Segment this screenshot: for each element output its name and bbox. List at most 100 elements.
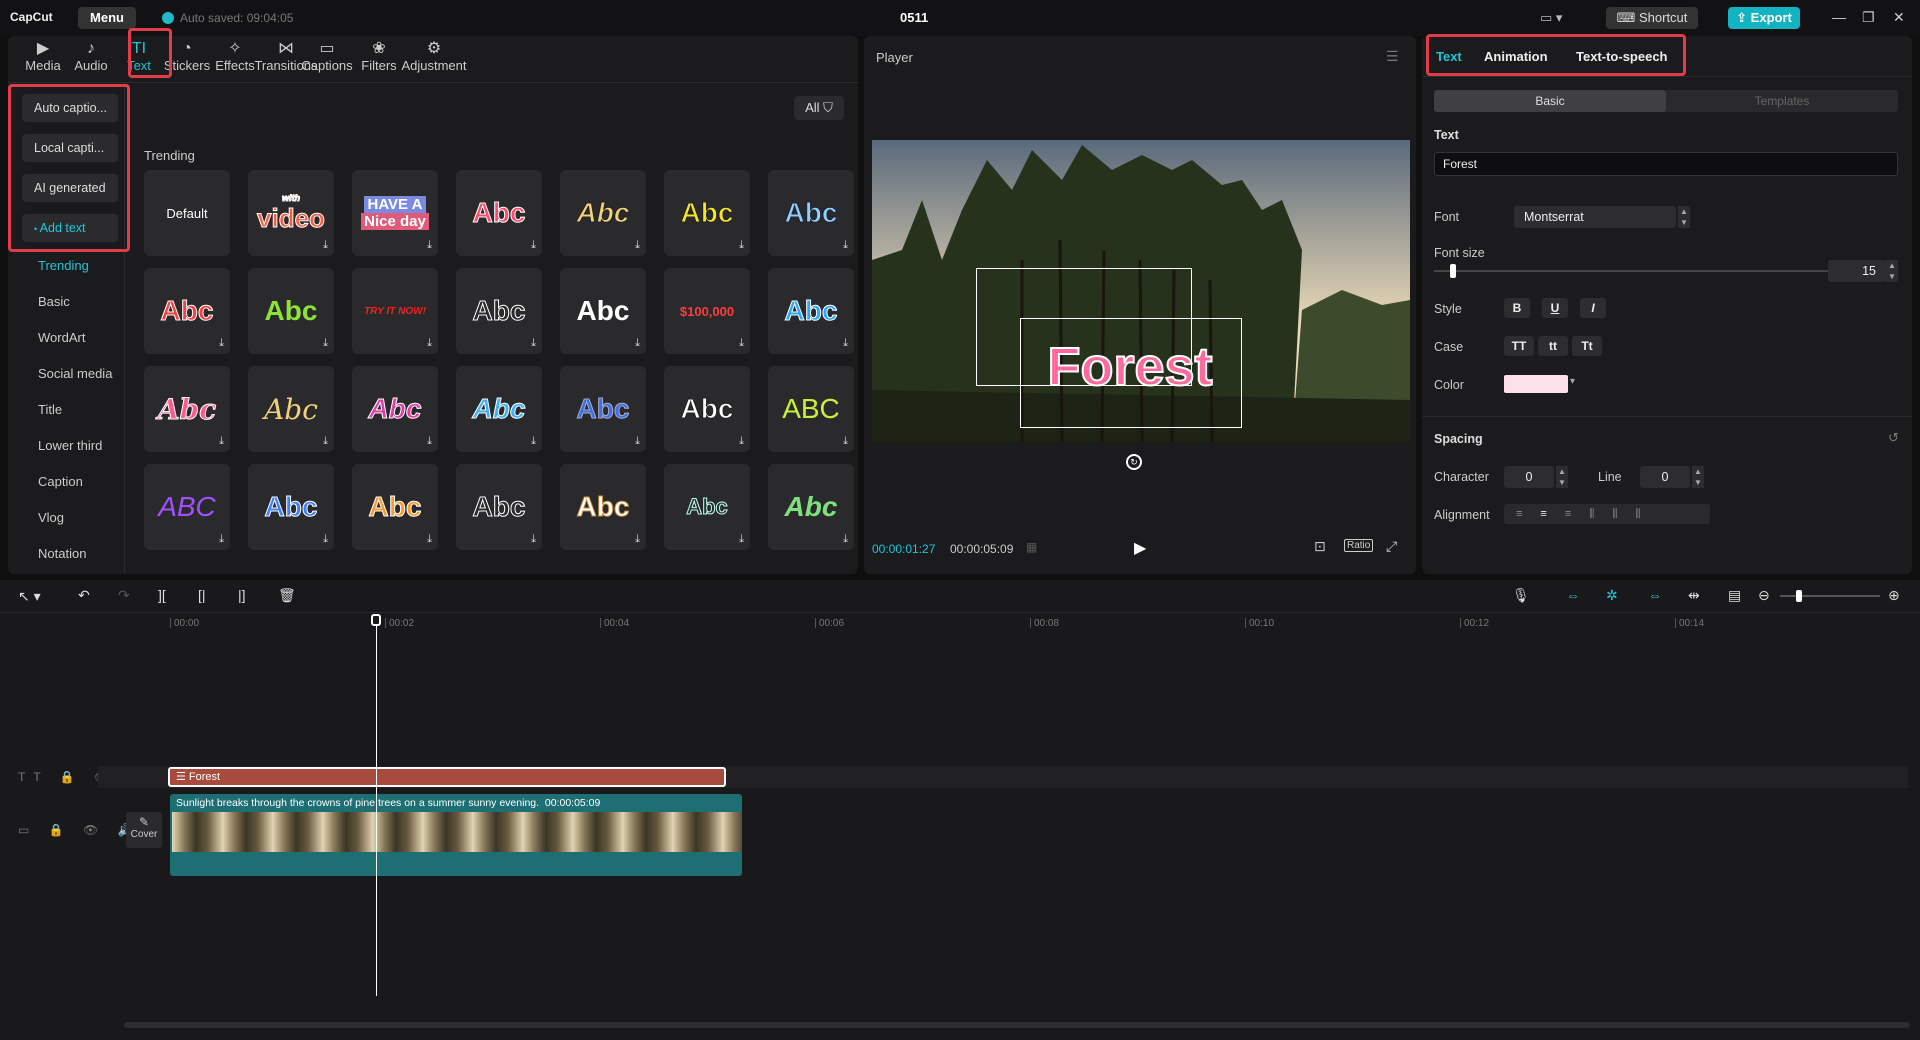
text-clip[interactable]: ☰ Forest xyxy=(168,767,726,787)
text-template-tile[interactable]: TRY IT NOW!⤓ xyxy=(352,268,438,354)
download-icon[interactable]: ⤓ xyxy=(739,533,744,546)
playhead-handle[interactable] xyxy=(371,614,381,626)
magnet-icon[interactable]: ⇔ xyxy=(1566,587,1580,603)
download-icon[interactable]: ⤓ xyxy=(427,435,432,448)
timecode-grid-icon[interactable]: ▦ xyxy=(1026,540,1037,554)
zoom-slider-thumb[interactable] xyxy=(1796,590,1802,602)
font-stepper-icon[interactable]: ▲▼ xyxy=(1678,206,1690,228)
subtab-templates[interactable]: Templates xyxy=(1666,90,1898,112)
playhead[interactable] xyxy=(376,616,377,996)
cover-button[interactable]: ✎Cover xyxy=(126,812,162,848)
select-tool-icon[interactable]: ↖ ▾ xyxy=(18,588,41,605)
tool-tab-captions[interactable]: ▭Captions xyxy=(298,38,356,80)
text-template-tile[interactable]: Abc⤓ xyxy=(248,366,334,452)
video-preview[interactable]: Forest xyxy=(872,140,1410,442)
download-icon[interactable]: ⤓ xyxy=(531,533,536,546)
minimize-icon[interactable]: — xyxy=(1832,9,1846,25)
redo-icon[interactable]: ↷ xyxy=(118,587,130,604)
download-icon[interactable]: ⤓ xyxy=(323,435,328,448)
style-underline-button[interactable]: U xyxy=(1542,298,1568,318)
overlay-text[interactable]: Forest xyxy=(1020,336,1240,398)
text-template-tile[interactable]: Abc⤓ xyxy=(456,464,542,550)
category-vlog[interactable]: Vlog xyxy=(38,510,64,525)
download-icon[interactable]: ⤓ xyxy=(635,435,640,448)
text-template-tile[interactable]: Abc⤓ xyxy=(768,464,854,550)
filter-button[interactable]: All ⛉ xyxy=(794,96,844,120)
text-template-tile[interactable]: withvideo⤓ xyxy=(248,170,334,256)
download-icon[interactable]: ⤓ xyxy=(635,533,640,546)
ratio-button[interactable]: Ratio xyxy=(1344,539,1373,552)
category-notation[interactable]: Notation xyxy=(38,546,86,561)
download-icon[interactable]: ⤓ xyxy=(843,533,848,546)
line-stepper-icon[interactable]: ▲▼ xyxy=(1692,466,1704,488)
download-icon[interactable]: ⤓ xyxy=(739,435,744,448)
character-stepper-icon[interactable]: ▲▼ xyxy=(1556,466,1568,488)
color-swatch[interactable] xyxy=(1504,375,1568,393)
download-icon[interactable]: ⤓ xyxy=(843,435,848,448)
download-icon[interactable]: ⤓ xyxy=(323,239,328,252)
text-template-tile[interactable]: Abc⤓ xyxy=(248,464,334,550)
text-input[interactable]: Forest xyxy=(1434,152,1898,176)
microphone-icon[interactable]: 🎙 xyxy=(1512,587,1530,604)
restore-icon[interactable]: ❐ xyxy=(1862,9,1875,26)
download-icon[interactable]: ⤓ xyxy=(427,239,432,252)
download-icon[interactable]: ⤓ xyxy=(427,533,432,546)
text-template-tile[interactable]: Abc⤓ xyxy=(144,366,230,452)
download-icon[interactable]: ⤓ xyxy=(427,337,432,350)
zoom-slider[interactable] xyxy=(1780,595,1880,597)
undo-icon[interactable]: ↶ xyxy=(78,587,90,604)
text-template-tile[interactable]: Abc⤓ xyxy=(560,170,646,256)
download-icon[interactable]: ⤓ xyxy=(635,239,640,252)
text-template-tile[interactable]: Abc⤓ xyxy=(768,268,854,354)
text-template-tile[interactable]: Abc⤓ xyxy=(456,268,542,354)
text-template-tile[interactable]: Default xyxy=(144,170,230,256)
download-icon[interactable]: ⤓ xyxy=(323,337,328,350)
text-template-tile[interactable]: Abc⤓ xyxy=(560,366,646,452)
text-template-tile[interactable]: Abc⤓ xyxy=(144,268,230,354)
player-menu-icon[interactable]: ☰ xyxy=(1386,48,1399,65)
link-icon[interactable]: ✲ xyxy=(1606,587,1618,604)
trim-right-icon[interactable]: |] xyxy=(238,587,246,603)
text-template-tile[interactable]: Abc⤓ xyxy=(768,170,854,256)
menu-button[interactable]: Menu xyxy=(78,7,136,29)
download-icon[interactable]: ⤓ xyxy=(219,533,224,546)
timeline-scrollbar[interactable] xyxy=(124,1022,1910,1028)
style-italic-button[interactable]: I xyxy=(1580,298,1606,318)
text-template-tile[interactable]: ABC⤓ xyxy=(144,464,230,550)
split-icon[interactable]: ][ xyxy=(158,587,166,603)
reset-icon[interactable]: ↺ xyxy=(1888,430,1899,446)
category-lower-third[interactable]: Lower third xyxy=(38,438,102,453)
download-icon[interactable]: ⤓ xyxy=(739,337,744,350)
fontsize-stepper-icon[interactable]: ▲▼ xyxy=(1886,260,1898,282)
text-template-tile[interactable]: HAVE ANice day⤓ xyxy=(352,170,438,256)
trim-left-icon[interactable]: [| xyxy=(198,587,206,603)
shortcut-button[interactable]: ⌨ Shortcut xyxy=(1606,7,1698,29)
category-social-media[interactable]: Social media xyxy=(38,366,112,381)
line-input[interactable]: 0 xyxy=(1640,466,1690,488)
fullscreen-crop-icon[interactable]: ⊡ xyxy=(1314,538,1326,555)
text-template-tile[interactable]: Abc⤓ xyxy=(664,170,750,256)
text-template-tile[interactable]: Abc⤓ xyxy=(352,464,438,550)
character-input[interactable]: 0 xyxy=(1504,466,1554,488)
text-template-tile[interactable]: Abc⤓ xyxy=(560,268,646,354)
align-icon[interactable]: ⇹ xyxy=(1688,587,1700,604)
export-button[interactable]: ⇪ Export xyxy=(1728,7,1800,29)
alignment-buttons[interactable]: ≡≡≡⫼⫼⫼ xyxy=(1504,504,1710,524)
text-template-tile[interactable]: Abc⤓ xyxy=(560,464,646,550)
font-select[interactable]: Montserrat xyxy=(1514,206,1676,228)
fontsize-slider-thumb[interactable] xyxy=(1450,264,1456,278)
text-template-tile[interactable]: Abc⤓ xyxy=(664,366,750,452)
zoom-in-icon[interactable]: ⊕ xyxy=(1888,587,1900,604)
case-upper-button[interactable]: TT xyxy=(1504,336,1534,356)
style-bold-button[interactable]: B xyxy=(1504,298,1530,318)
download-icon[interactable]: ⤓ xyxy=(635,337,640,350)
category-wordart[interactable]: WordArt xyxy=(38,330,85,345)
download-icon[interactable]: ⤓ xyxy=(531,239,536,252)
download-icon[interactable]: ⤓ xyxy=(219,337,224,350)
color-dropdown-icon[interactable]: ▾ xyxy=(1570,376,1575,387)
zoom-out-icon[interactable]: ⊖ xyxy=(1758,587,1770,604)
text-template-tile[interactable]: Abc⤓ xyxy=(248,268,334,354)
preview-axis-icon[interactable]: ⇔ xyxy=(1648,587,1662,603)
text-template-tile[interactable]: Abc⤓ xyxy=(456,366,542,452)
download-icon[interactable]: ⤓ xyxy=(219,435,224,448)
